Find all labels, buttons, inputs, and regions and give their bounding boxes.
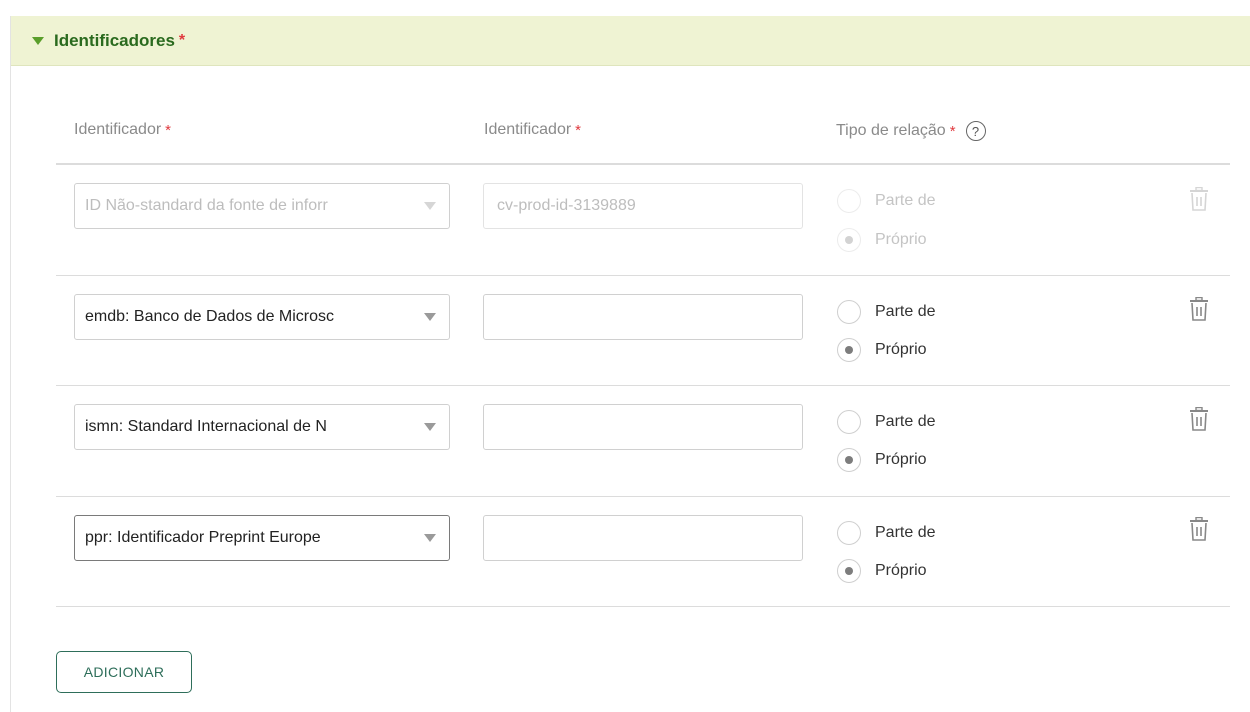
radio-button[interactable] — [837, 189, 861, 213]
table-header-divider — [56, 163, 1230, 165]
section-header-identificadores[interactable]: Identificadores * — [11, 16, 1250, 66]
required-marker: * — [178, 31, 186, 49]
dropdown-arrow-icon — [424, 313, 436, 321]
required-marker: * — [165, 121, 172, 139]
radio-option-own[interactable]: Próprio — [837, 448, 927, 472]
select-value: ppr: Identificador Preprint Europe — [85, 529, 321, 546]
radio-button[interactable] — [837, 448, 861, 472]
radio-button[interactable] — [837, 410, 861, 434]
radio-button[interactable] — [837, 521, 861, 545]
column-header-label: Identificador — [74, 121, 162, 138]
row-divider — [56, 275, 1230, 276]
radio-button[interactable] — [837, 338, 861, 362]
caret-down-icon[interactable] — [32, 36, 44, 45]
identifier-type-select[interactable]: ID Não-standard da fonte de inforr — [74, 183, 450, 229]
radio-option-own[interactable]: Próprio — [837, 559, 927, 583]
radio-label: Próprio — [875, 231, 927, 248]
radio-option-own[interactable]: Próprio — [837, 338, 927, 362]
required-marker: * — [575, 121, 582, 139]
radio-option-part-of[interactable]: Parte de — [837, 410, 935, 434]
radio-button[interactable] — [837, 559, 861, 583]
select-value: emdb: Banco de Dados de Microsc — [85, 308, 335, 325]
radio-button[interactable] — [837, 300, 861, 324]
radio-option-part-of[interactable]: Parte de — [837, 189, 935, 213]
dropdown-arrow-icon — [424, 423, 436, 431]
dropdown-arrow-icon — [424, 534, 436, 542]
radio-label: Próprio — [875, 341, 927, 358]
identifier-value-field[interactable] — [483, 404, 803, 450]
row-divider — [56, 385, 1230, 386]
radio-label: Próprio — [875, 562, 927, 579]
radio-option-part-of[interactable]: Parte de — [837, 300, 935, 324]
radio-label: Parte de — [875, 524, 936, 541]
radio-label: Parte de — [875, 303, 936, 320]
radio-label: Parte de — [875, 413, 936, 430]
row-divider — [56, 496, 1230, 497]
select-value: ID Não-standard da fonte de inforr — [85, 197, 328, 214]
radio-option-own[interactable]: Próprio — [837, 228, 927, 252]
add-identifier-button[interactable]: ADICIONAR — [56, 651, 192, 693]
select-value: ismn: Standard Internacional de N — [85, 418, 327, 435]
identifier-type-select[interactable]: ismn: Standard Internacional de N — [74, 404, 450, 450]
required-marker: * — [949, 122, 956, 140]
column-header-relation-type: Tipo de relação * ? — [836, 121, 986, 141]
column-header-identifier-type: Identificador * — [74, 121, 171, 139]
radio-option-part-of[interactable]: Parte de — [837, 521, 935, 545]
trash-icon[interactable] — [1188, 407, 1210, 431]
column-header-label: Identificador — [484, 121, 572, 138]
dropdown-arrow-icon — [424, 202, 436, 210]
column-header-label: Tipo de relação — [836, 122, 946, 139]
trash-icon[interactable] — [1188, 297, 1210, 321]
radio-button[interactable] — [837, 228, 861, 252]
identifier-value-field[interactable] — [483, 515, 803, 561]
identifier-value-field[interactable] — [483, 294, 803, 340]
section-title: Identificadores — [54, 30, 175, 50]
identifier-value-field[interactable]: cv-prod-id-3139889 — [483, 183, 803, 229]
radio-label: Parte de — [875, 192, 936, 209]
identifier-type-select[interactable]: emdb: Banco de Dados de Microsc — [74, 294, 450, 340]
identifier-type-select[interactable]: ppr: Identificador Preprint Europe — [74, 515, 450, 561]
row-divider — [56, 606, 1230, 607]
question-circle-icon[interactable]: ? — [965, 121, 986, 141]
radio-label: Próprio — [875, 451, 927, 468]
trash-icon[interactable] — [1188, 517, 1210, 541]
section-left-border — [10, 16, 11, 712]
column-header-identifier-value: Identificador * — [484, 121, 581, 139]
trash-icon[interactable] — [1188, 187, 1210, 211]
